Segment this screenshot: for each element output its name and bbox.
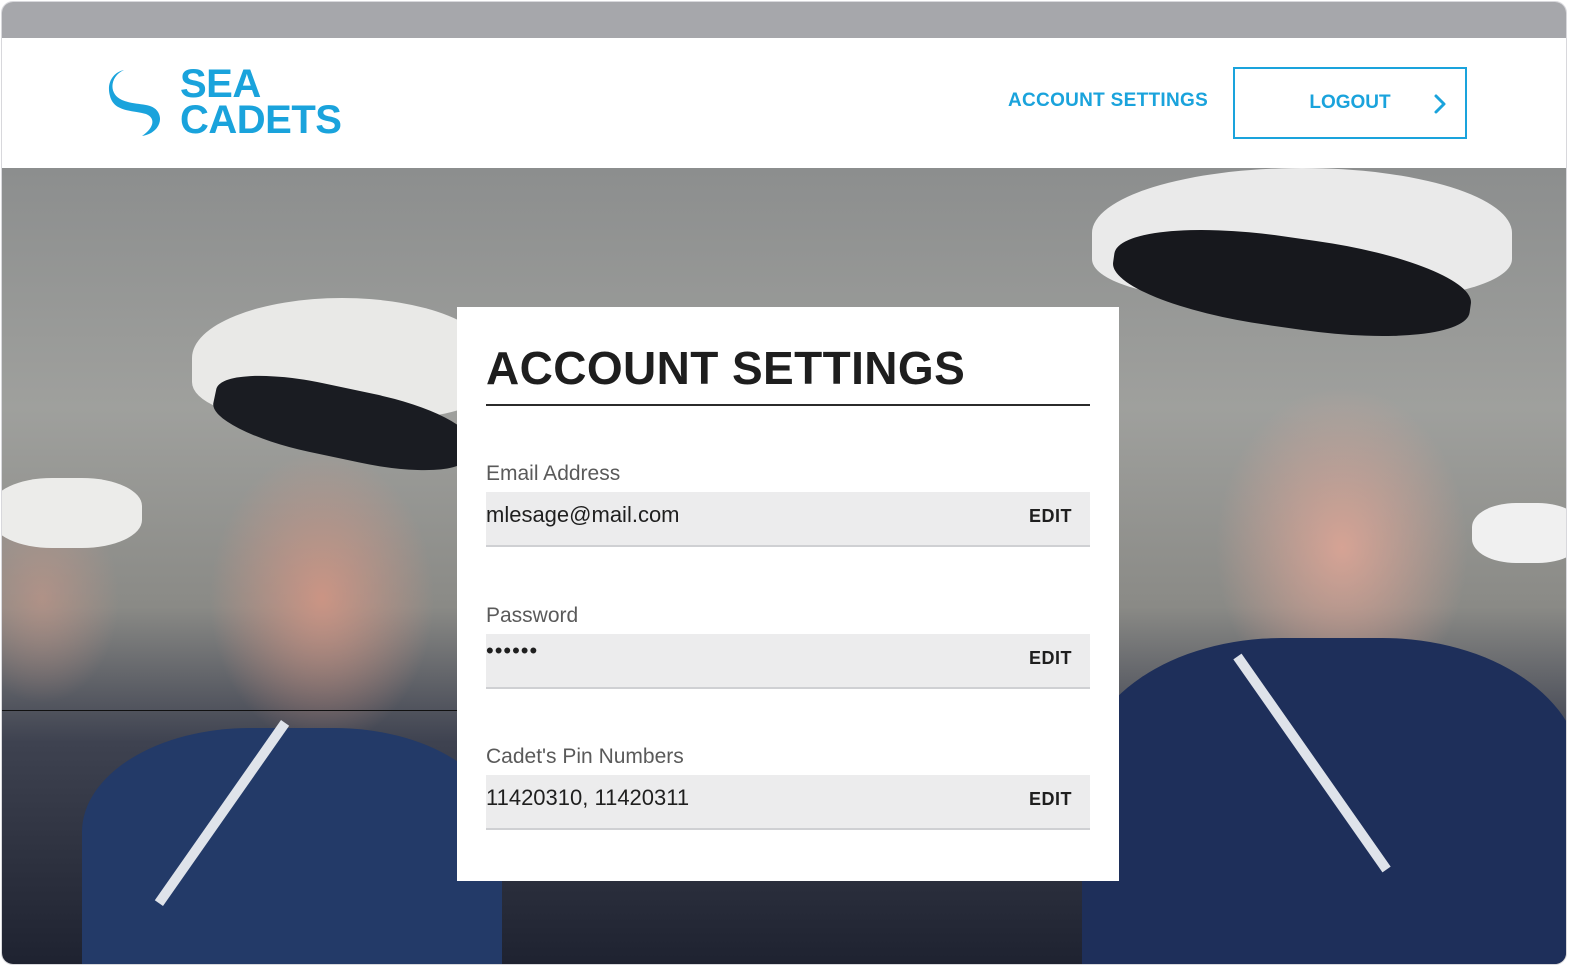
photo-cap <box>1472 503 1566 563</box>
sea-cadets-logo[interactable]: SEA CADETS <box>106 62 366 142</box>
email-value: mlesage@mail.com <box>486 502 680 527</box>
logout-button[interactable]: LOGOUT <box>1233 67 1467 139</box>
site-header: SEA CADETS ACCOUNT SETTINGS LOGOUT <box>2 38 1566 168</box>
decorative-line <box>2 710 468 711</box>
chevron-right-icon <box>1434 94 1446 114</box>
page-title: ACCOUNT SETTINGS <box>486 342 966 394</box>
nav-account-settings-link[interactable]: ACCOUNT SETTINGS <box>1008 90 1208 112</box>
photo-uniform <box>1082 638 1566 964</box>
logo-line-2: CADETS <box>180 98 342 142</box>
pin-label: Cadet's Pin Numbers <box>486 745 684 768</box>
email-field-group: Email Address mlesage@mail.com EDIT <box>486 459 1090 547</box>
logout-label: LOGOUT <box>1309 92 1391 113</box>
pin-field[interactable]: 11420310, 11420311 EDIT <box>486 775 1090 830</box>
hero-background-photo: ACCOUNT SETTINGS Email Address mlesage@m… <box>2 168 1566 964</box>
password-field-group: Password •••••• EDIT <box>486 601 1090 689</box>
edit-password-button[interactable]: EDIT <box>1029 648 1072 669</box>
account-settings-card: ACCOUNT SETTINGS Email Address mlesage@m… <box>457 307 1119 881</box>
photo-cap <box>2 478 142 548</box>
password-field[interactable]: •••••• EDIT <box>486 634 1090 689</box>
edit-pin-button[interactable]: EDIT <box>1029 789 1072 810</box>
edit-email-button[interactable]: EDIT <box>1029 506 1072 527</box>
app-window: SEA CADETS ACCOUNT SETTINGS LOGOUT ACCOU… <box>1 1 1567 965</box>
password-label: Password <box>486 604 579 627</box>
logo-line-1: SEA <box>180 62 261 106</box>
sea-cadets-swoosh-icon <box>108 70 161 136</box>
pin-field-group: Cadet's Pin Numbers 11420310, 11420311 E… <box>486 742 1090 830</box>
title-divider <box>486 404 1090 406</box>
email-label: Email Address <box>486 462 621 485</box>
email-field[interactable]: mlesage@mail.com EDIT <box>486 492 1090 547</box>
photo-uniform <box>82 728 502 964</box>
browser-title-bar <box>2 2 1566 38</box>
password-value: •••••• <box>486 638 539 663</box>
logo-wordmark: SEA CADETS <box>180 62 342 142</box>
pin-value: 11420310, 11420311 <box>486 785 690 810</box>
